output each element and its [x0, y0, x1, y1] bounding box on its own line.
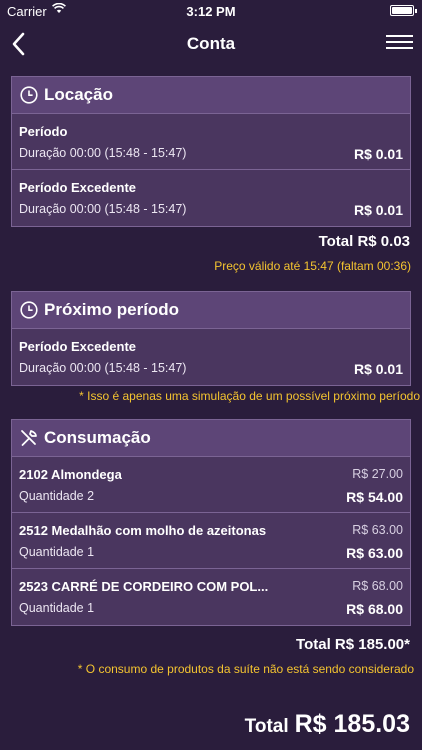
battery-icon [390, 5, 417, 16]
item-name: Período [19, 124, 68, 139]
item-price: R$ 0.01 [353, 202, 403, 218]
item-unit-price: R$ 63.00 [352, 523, 403, 537]
proximo-title: Próximo período [44, 300, 180, 319]
navigation-bar: Conta [0, 22, 422, 66]
list-item[interactable]: Período Excedente Duração 00:00 (15:48 -… [12, 329, 410, 385]
simulation-note: * Isso é apenas uma simulação de um poss… [79, 389, 420, 403]
proximo-header: Próximo período [12, 292, 410, 329]
list-item[interactable]: 2523 CARRÉ DE CORDEIRO COM POL... R$ 68.… [12, 569, 410, 625]
clock-icon [20, 301, 38, 319]
item-quantity: Quantidade 1 [19, 545, 95, 559]
cutlery-icon [21, 430, 37, 446]
status-bar: Carrier 3:12 PM [0, 0, 422, 22]
item-name: 2523 CARRÉ DE CORDEIRO COM POL... [19, 579, 269, 594]
locacao-total: Total R$ 0.03 [318, 233, 410, 250]
item-unit-price: R$ 68.00 [352, 579, 403, 593]
item-name: 2512 Medalhão com molho de azeitonas [19, 523, 267, 538]
grand-total: Total R$ 185.03 [245, 710, 410, 739]
item-unit-price: R$ 27.00 [352, 467, 403, 481]
consumacao-header: Consumação [12, 420, 410, 457]
list-item[interactable]: Período Duração 00:00 (15:48 - 15:47) R$… [12, 114, 410, 170]
grand-total-value: R$ 185.03 [294, 710, 410, 738]
list-item[interactable]: 2102 Almondega R$ 27.00 Quantidade 2 R$ … [12, 457, 410, 513]
item-description: Duração 00:00 (15:48 - 15:47) [19, 361, 187, 375]
proximo-periodo-card: Próximo período Período Excedente Duraçã… [11, 291, 411, 386]
item-description: Duração 00:00 (15:48 - 15:47) [19, 202, 187, 216]
consumacao-total: Total R$ 185.00* [296, 636, 410, 653]
item-price: R$ 68.00 [346, 601, 403, 617]
locacao-title: Locação [44, 85, 113, 104]
item-name: Período Excedente [19, 180, 137, 195]
item-price: R$ 54.00 [346, 489, 403, 505]
page-title: Conta [186, 34, 236, 53]
price-validity-note: Preço válido até 15:47 (faltam 00:36) [214, 259, 411, 273]
list-item[interactable]: 2512 Medalhão com molho de azeitonas R$ … [12, 513, 410, 569]
consumption-note: * O consumo de produtos da suíte não est… [77, 662, 414, 676]
item-price: R$ 0.01 [353, 361, 403, 377]
list-item[interactable]: Período Excedente Duração 00:00 (15:48 -… [12, 170, 410, 226]
item-price: R$ 63.00 [346, 545, 403, 561]
item-description: Duração 00:00 (15:48 - 15:47) [19, 146, 187, 160]
item-price: R$ 0.01 [353, 146, 403, 162]
locacao-card: Locação Período Duração 00:00 (15:48 - 1… [11, 76, 411, 227]
grand-total-label: Total [244, 716, 289, 737]
status-time: 3:12 PM [186, 4, 236, 19]
consumacao-title: Consumação [44, 428, 151, 447]
hamburger-menu-button[interactable] [386, 35, 414, 53]
item-quantity: Quantidade 2 [19, 489, 95, 503]
item-name: Período Excedente [19, 339, 137, 354]
item-quantity: Quantidade 1 [19, 601, 95, 615]
clock-icon [20, 86, 38, 104]
consumacao-card: Consumação 2102 Almondega R$ 27.00 Quant… [11, 419, 411, 626]
item-name: 2102 Almondega [19, 467, 122, 482]
locacao-header: Locação [12, 77, 410, 114]
